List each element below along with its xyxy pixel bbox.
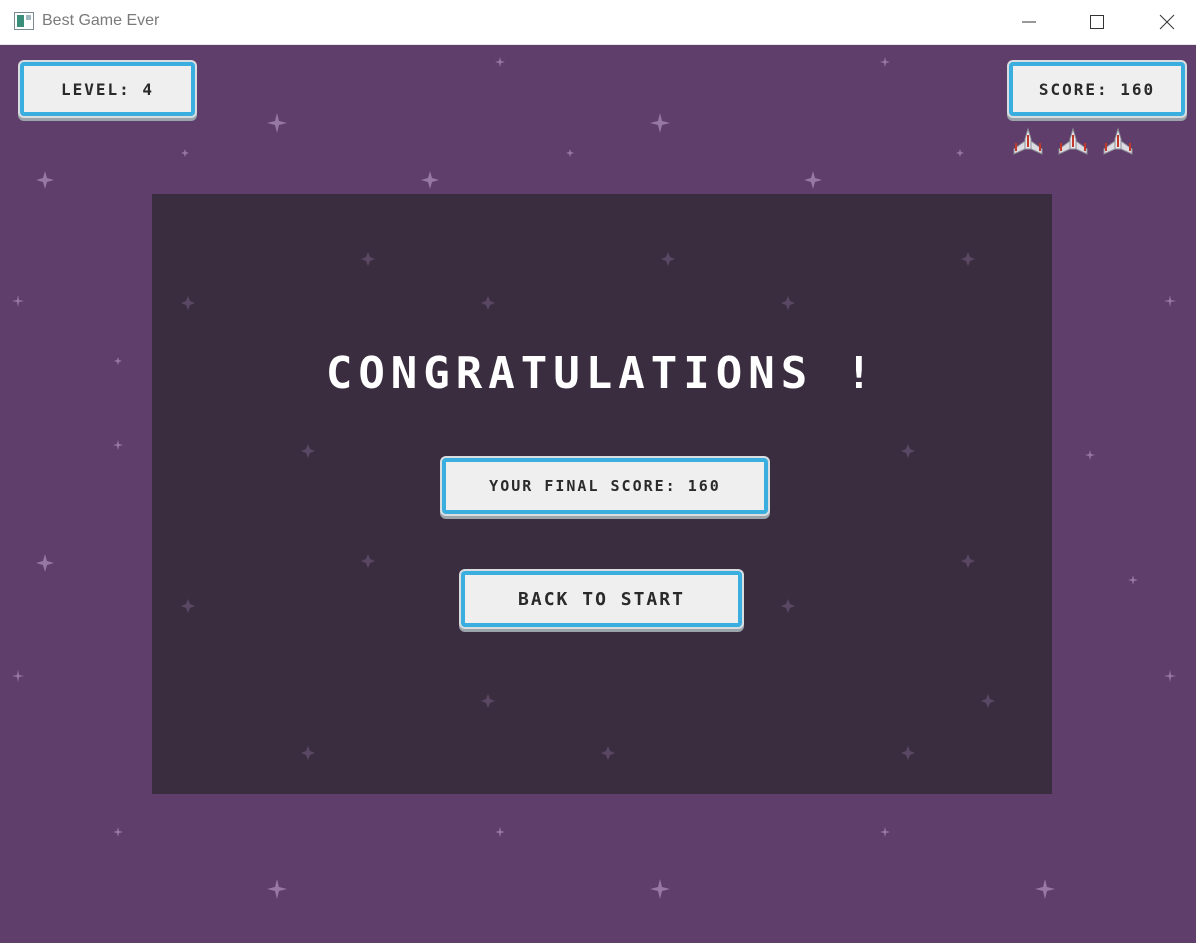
final-score-display: YOUR FINAL SCORE: 160 [442, 458, 768, 514]
window-titlebar: Best Game Ever [0, 0, 1196, 45]
minimize-button[interactable] [1006, 0, 1052, 44]
game-canvas: LEVEL: 4 SCORE: 160 CONGRATULATIONS ! YO… [0, 45, 1196, 943]
final-score-label: YOUR FINAL SCORE: 160 [489, 477, 721, 495]
close-icon [1159, 14, 1175, 30]
level-label: LEVEL: 4 [60, 79, 155, 99]
congratulations-title: CONGRATULATIONS ! [325, 348, 879, 399]
score-indicator: SCORE: 160 [1009, 62, 1185, 116]
level-indicator: LEVEL: 4 [20, 62, 195, 116]
back-to-start-button[interactable]: BACK TO START [461, 571, 742, 627]
minimize-icon [1022, 21, 1036, 23]
window-title: Best Game Ever [42, 12, 160, 29]
close-button[interactable] [1144, 0, 1190, 44]
back-to-start-label: BACK TO START [518, 588, 685, 610]
spaceship-icon [1013, 127, 1043, 155]
score-label: SCORE: 160 [1038, 79, 1156, 99]
app-window-icon [14, 12, 34, 30]
maximize-button[interactable] [1074, 0, 1120, 44]
spaceship-icon [1058, 127, 1088, 155]
maximize-icon [1090, 15, 1104, 29]
spaceship-icon [1103, 127, 1133, 155]
